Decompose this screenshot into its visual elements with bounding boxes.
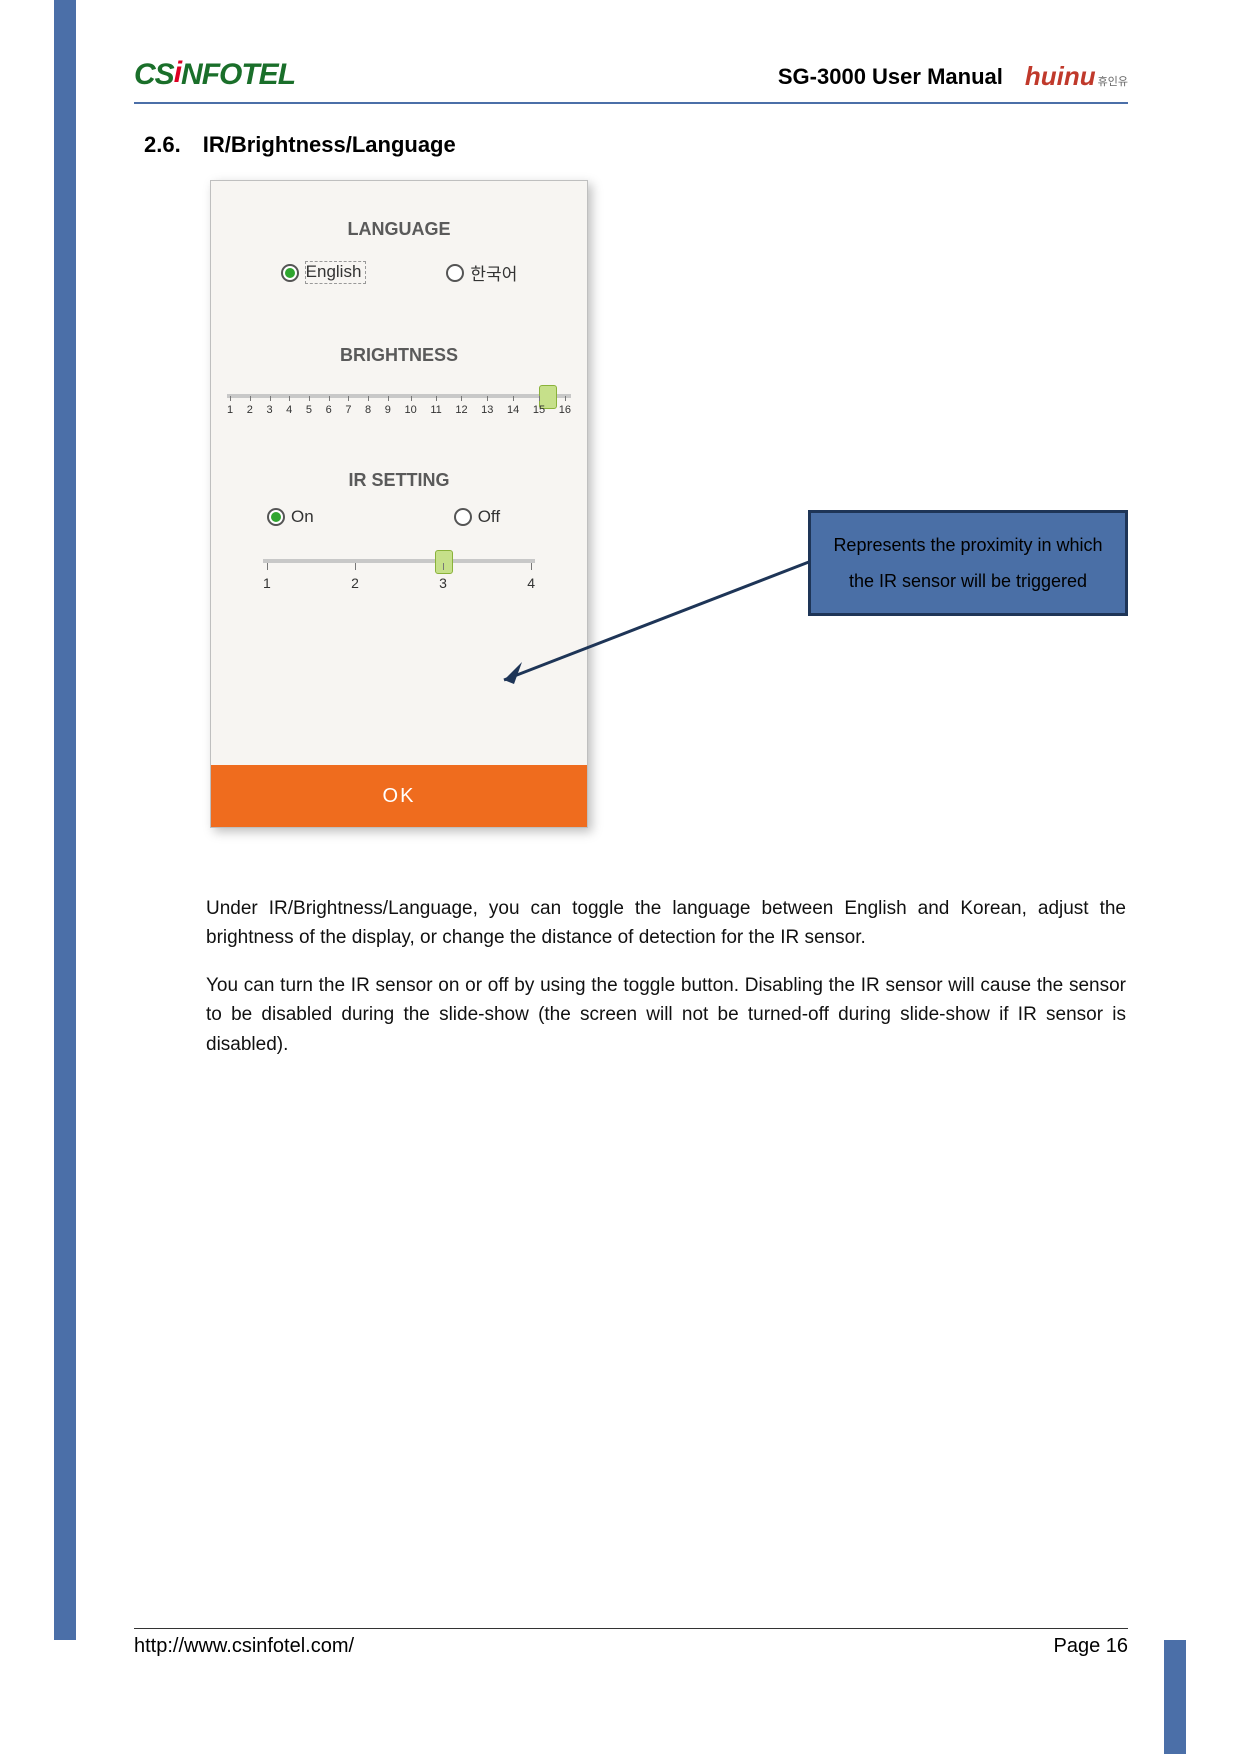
brightness-track xyxy=(227,394,571,398)
language-option-korean[interactable]: 한국어 xyxy=(446,260,517,285)
tick: 2 xyxy=(247,404,253,416)
tick: 11 xyxy=(430,404,441,416)
logo-cs-prefix: CS xyxy=(134,58,174,91)
logo-dot-icon: i xyxy=(174,56,181,89)
language-english-label: English xyxy=(305,261,367,284)
ok-button[interactable]: OK xyxy=(211,765,587,827)
tick: 4 xyxy=(527,575,535,591)
tick: 9 xyxy=(385,404,391,416)
tick: 1 xyxy=(227,404,233,416)
tick: 15 xyxy=(533,404,545,416)
brightness-heading: BRIGHTNESS xyxy=(211,345,587,366)
tick: 3 xyxy=(439,575,447,591)
ok-button-label: OK xyxy=(383,785,416,808)
ir-thumb[interactable] xyxy=(435,550,453,574)
ir-slider[interactable]: 1 2 3 4 xyxy=(263,549,535,591)
tick: 1 xyxy=(263,575,271,591)
language-radio-group: English 한국어 xyxy=(211,260,587,285)
section-number: 2.6. xyxy=(144,132,181,158)
body-paragraph-2: You can turn the IR sensor on or off by … xyxy=(206,971,1126,1059)
tick: 10 xyxy=(404,404,416,416)
radio-selected-icon xyxy=(281,264,299,282)
language-heading: LANGUAGE xyxy=(211,219,587,240)
tick: 5 xyxy=(306,404,312,416)
tick: 6 xyxy=(326,404,332,416)
footer-url: http://www.csinfotel.com/ xyxy=(134,1635,354,1658)
language-korean-label: 한국어 xyxy=(470,260,517,285)
logo-huinu: huinu휴인유 xyxy=(1025,61,1128,92)
ir-option-off[interactable]: Off xyxy=(454,507,500,527)
logo-huinu-kr: 휴인유 xyxy=(1098,76,1128,88)
logo-cs-suffix: NFOTEL xyxy=(181,58,295,91)
tick: 4 xyxy=(286,404,292,416)
page-footer: http://www.csinfotel.com/ Page 16 xyxy=(134,1628,1128,1658)
settings-screenshot: LANGUAGE English 한국어 BRIGHTNESS 1 2 xyxy=(210,180,588,828)
logo-csinfotel: CSiNFOTEL xyxy=(134,58,295,92)
ir-heading: IR SETTING xyxy=(211,470,587,491)
brightness-slider[interactable]: 1 2 3 4 5 6 7 8 9 10 11 12 13 14 15 16 xyxy=(227,384,571,416)
tick: 12 xyxy=(455,404,467,416)
radio-unselected-icon xyxy=(446,264,464,282)
ir-track xyxy=(263,559,535,563)
tick: 8 xyxy=(365,404,371,416)
footer-page: Page 16 xyxy=(1053,1635,1128,1658)
tick: 7 xyxy=(345,404,351,416)
ir-ticks: 1 2 3 4 xyxy=(263,575,535,591)
language-option-english[interactable]: English xyxy=(281,260,367,285)
logo-huinu-text: huinu xyxy=(1025,61,1096,91)
header-right: SG-3000 User Manual huinu휴인유 xyxy=(778,61,1128,92)
ir-radio-group: On Off xyxy=(211,507,587,527)
tick: 14 xyxy=(507,404,519,416)
brightness-ticks: 1 2 3 4 5 6 7 8 9 10 11 12 13 14 15 16 xyxy=(227,404,571,416)
section-heading: 2.6. IR/Brightness/Language xyxy=(134,132,1128,158)
radio-selected-icon xyxy=(267,508,285,526)
ir-off-label: Off xyxy=(478,507,500,527)
ir-option-on[interactable]: On xyxy=(267,507,314,527)
callout-box: Represents the proximity in which the IR… xyxy=(808,510,1128,616)
tick: 13 xyxy=(481,404,493,416)
page-rail-left xyxy=(54,0,76,1640)
section-title: IR/Brightness/Language xyxy=(203,132,456,158)
body-paragraph-1: Under IR/Brightness/Language, you can to… xyxy=(206,894,1126,953)
figure-area: LANGUAGE English 한국어 BRIGHTNESS 1 2 xyxy=(134,180,1128,860)
tick: 3 xyxy=(266,404,272,416)
document-title: SG-3000 User Manual xyxy=(778,64,1003,90)
page-header: CSiNFOTEL SG-3000 User Manual huinu휴인유 xyxy=(134,58,1128,104)
page-sheet: CSiNFOTEL SG-3000 User Manual huinu휴인유 2… xyxy=(76,0,1186,1754)
tick: 16 xyxy=(559,404,571,416)
radio-unselected-icon xyxy=(454,508,472,526)
ir-on-label: On xyxy=(291,507,314,527)
tick: 2 xyxy=(351,575,359,591)
callout-text: Represents the proximity in which the IR… xyxy=(833,535,1102,591)
